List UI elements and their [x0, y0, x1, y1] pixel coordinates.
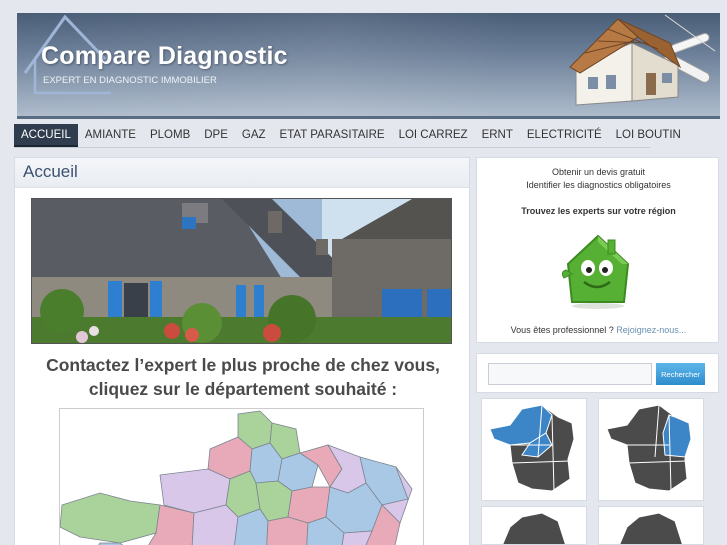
find-experts-heading: Trouvez les experts sur votre région	[521, 206, 676, 216]
contact-heading-line1: Contactez l’expert le plus proche de che…	[46, 355, 440, 375]
nav-item-accueil[interactable]: ACCUEIL	[14, 124, 78, 148]
region-card-northeast[interactable]	[598, 398, 704, 501]
professional-prompt: Vous êtes professionnel ? Rejoignez-nous…	[477, 325, 720, 335]
region-map-southwest[interactable]	[482, 507, 587, 545]
search-button[interactable]: Rechercher	[656, 363, 705, 385]
region-map-northwest[interactable]	[482, 399, 587, 501]
house-mascot-icon	[561, 234, 630, 309]
house-illustration	[569, 14, 716, 106]
nav-item-electricite[interactable]: ELECTRICITÉ	[520, 124, 609, 148]
region-map-southeast[interactable]	[599, 507, 704, 545]
site-title[interactable]: Compare Diagnostic	[41, 42, 288, 71]
nav-item-dpe[interactable]: DPE	[197, 124, 235, 148]
join-us-link[interactable]: Rejoignez-nous...	[616, 325, 686, 335]
page-title: Accueil	[23, 162, 78, 181]
france-department-map[interactable]	[59, 408, 424, 545]
region-card-southwest[interactable]	[481, 506, 587, 545]
nav-item-gaz[interactable]: GAZ	[235, 124, 273, 148]
nav-item-amiante[interactable]: AMIANTE	[78, 124, 143, 148]
nav-item-loi-carrez[interactable]: LOI CARREZ	[392, 124, 475, 148]
department-region	[341, 530, 373, 545]
region-card-southeast[interactable]	[598, 506, 704, 545]
department-region	[266, 516, 309, 545]
site-tagline: EXPERT EN DIAGNOSTIC IMMOBILIER	[43, 75, 217, 86]
nav-item-plomb[interactable]: PLOMB	[143, 124, 197, 148]
professional-text: Vous êtes professionnel ?	[510, 325, 614, 335]
region-card-northwest[interactable]	[481, 398, 587, 501]
region-map-northeast[interactable]	[599, 399, 704, 501]
site-header: Compare Diagnostic EXPERT EN DIAGNOSTIC …	[17, 13, 720, 119]
quote-link[interactable]: Obtenir un devis gratuit	[477, 167, 720, 177]
contact-heading-line2: cliquez sur le département souhaité :	[88, 379, 398, 399]
identify-diagnostics-link[interactable]: Identifier les diagnostics obligatoires	[477, 180, 720, 190]
main-header-bar	[15, 158, 469, 188]
sidebar-info-box: Obtenir un devis gratuit Identifier les …	[476, 157, 719, 343]
france-map-svg[interactable]	[60, 409, 424, 545]
main-content: Accueil Contactez l’expert le plus proch…	[14, 157, 470, 545]
main-nav: ACCUEIL AMIANTE PLOMB DPE GAZ ETAT PARAS…	[14, 124, 688, 148]
nav-item-ernt[interactable]: ERNT	[475, 124, 520, 148]
search-panel: Rechercher	[476, 353, 719, 393]
nav-item-etat-parasitaire[interactable]: ETAT PARASITAIRE	[273, 124, 392, 148]
department-region	[60, 492, 161, 544]
search-input[interactable]	[488, 363, 652, 385]
nav-item-loi-boutin[interactable]: LOI BOUTIN	[609, 124, 688, 148]
nav-divider	[14, 147, 650, 148]
stone-houses-photo	[31, 198, 452, 344]
